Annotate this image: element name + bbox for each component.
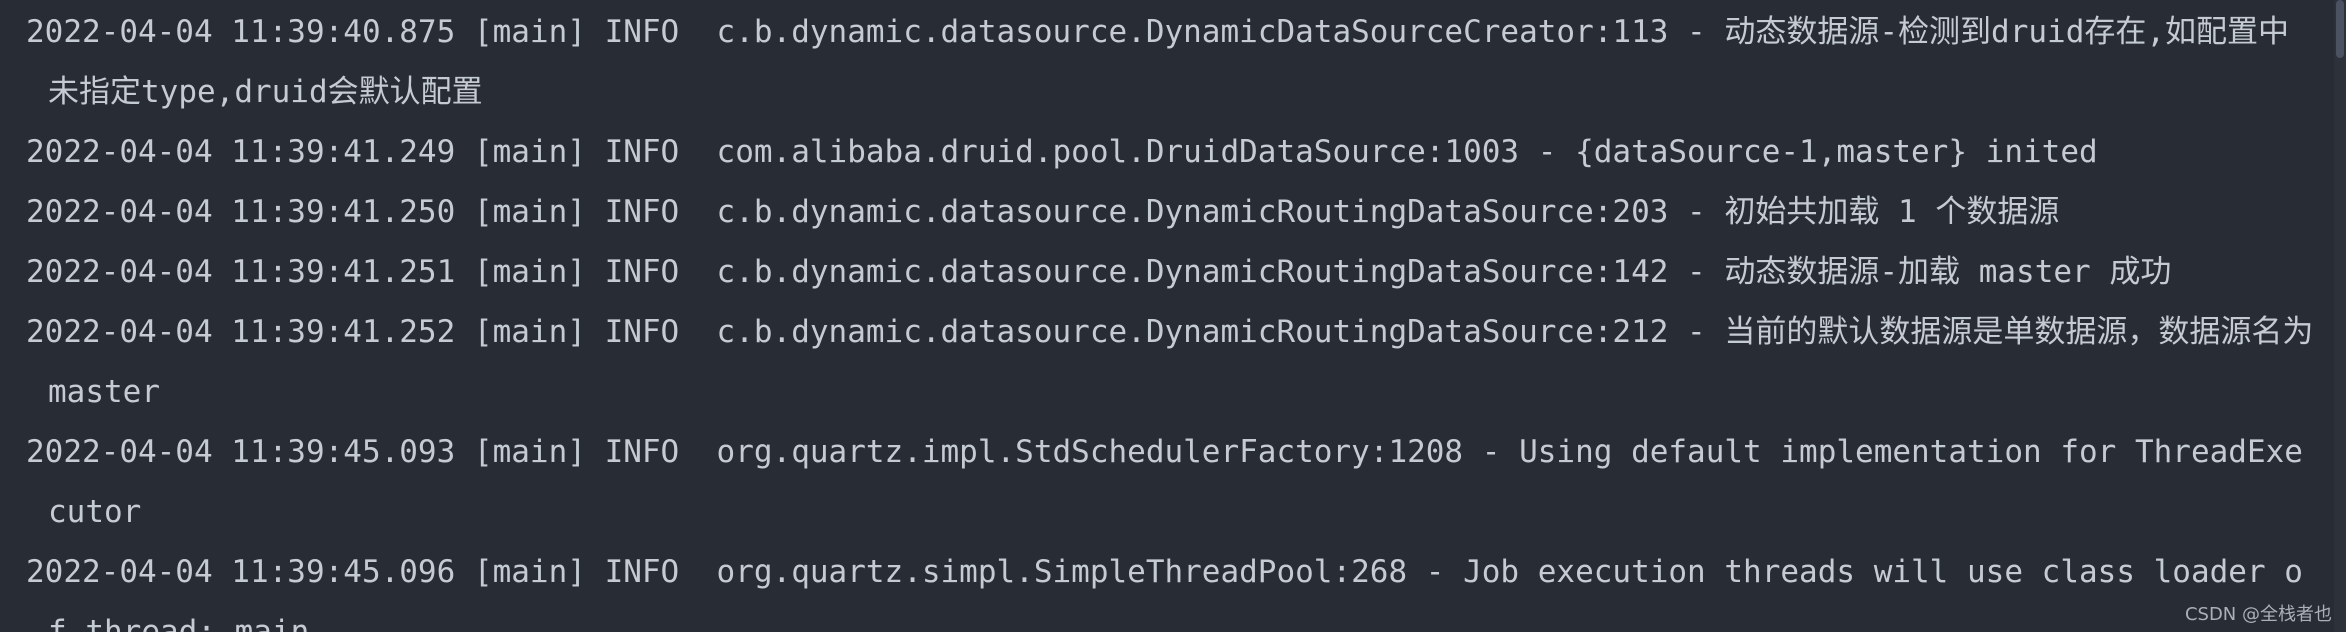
log-line: 2022-04-04 11:39:41.250 [main] INFO c.b.…	[26, 194, 2060, 230]
log-line: 2022-04-04 11:39:40.875 [main] INFO c.b.…	[26, 14, 2290, 110]
log-lines: 2022-04-04 11:39:40.875 [main] INFO c.b.…	[26, 2, 2316, 632]
vertical-scrollbar[interactable]	[2334, 0, 2346, 632]
log-line: 2022-04-04 11:39:41.249 [main] INFO com.…	[26, 134, 2098, 170]
watermark: CSDN @全栈者也	[2184, 604, 2332, 625]
log-line: 2022-04-04 11:39:45.096 [main] INFO org.…	[26, 554, 2303, 632]
log-line: 2022-04-04 11:39:41.252 [main] INFO c.b.…	[26, 314, 2333, 410]
scrollbar-thumb[interactable]	[2336, 0, 2344, 58]
console-output[interactable]: 2022-04-04 11:39:40.875 [main] INFO c.b.…	[0, 0, 2346, 632]
log-line: 2022-04-04 11:39:45.093 [main] INFO org.…	[26, 434, 2303, 530]
log-line: 2022-04-04 11:39:41.251 [main] INFO c.b.…	[26, 254, 2172, 290]
